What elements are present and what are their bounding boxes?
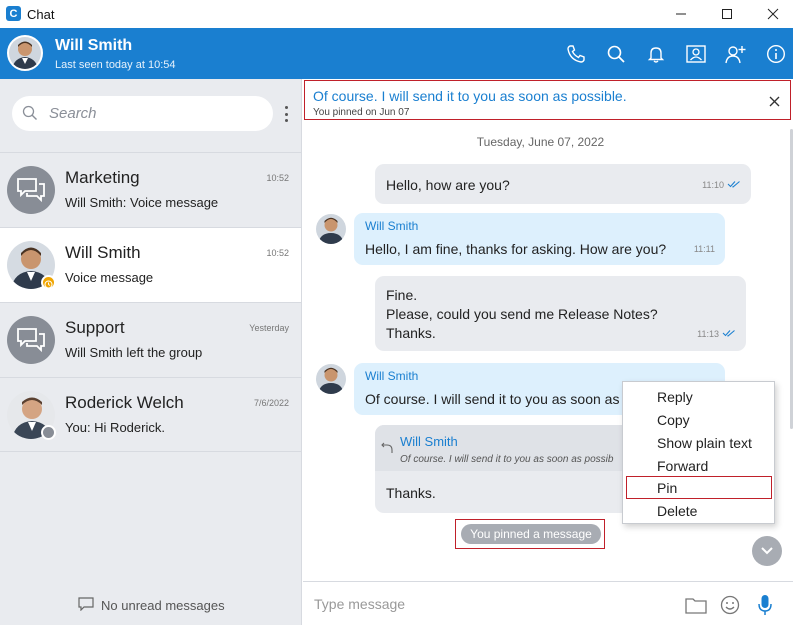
time-label: 11:13 xyxy=(697,329,719,339)
contact-card-icon[interactable] xyxy=(684,42,708,66)
system-note: You pinned a message xyxy=(461,524,601,544)
group-chat-icon xyxy=(7,166,55,214)
double-check-icon xyxy=(722,329,736,339)
quote-text: Of course. I will send it to you as soon… xyxy=(400,454,614,465)
message-text: Thanks. xyxy=(386,485,436,501)
pinned-message-subtitle: You pinned on Jun 07 xyxy=(313,107,410,118)
folder-icon[interactable] xyxy=(685,594,707,616)
conversation-time: 10:52 xyxy=(266,173,289,183)
time-label: 11:11 xyxy=(693,244,715,254)
maximize-button[interactable] xyxy=(704,0,750,28)
message-text: Of course. I will send it to you as soon… xyxy=(365,391,632,407)
search-icon xyxy=(22,105,38,126)
minimize-button[interactable] xyxy=(658,0,704,28)
menu-item-reply[interactable]: Reply xyxy=(623,386,774,409)
date-separator: Tuesday, June 07, 2022 xyxy=(476,135,605,149)
conversation-preview: You: Hi Roderick. xyxy=(65,420,165,435)
sender-name: Will Smith xyxy=(365,369,419,383)
conversation-item-roderick-welch[interactable]: Roderick Welch You: Hi Roderick. 7/6/202… xyxy=(0,377,301,452)
menu-item-delete[interactable]: Delete xyxy=(623,500,774,523)
time-label: 11:10 xyxy=(702,180,724,190)
message-line: Fine. xyxy=(386,287,418,303)
message-line: Please, could you send me Release Notes? xyxy=(386,306,658,322)
conversation-item-marketing[interactable]: Marketing Will Smith: Voice message 10:5… xyxy=(0,152,301,227)
conversation-time: 7/6/2022 xyxy=(253,398,289,408)
context-menu: Reply Copy Show plain text Forward Pin D… xyxy=(622,381,775,524)
add-user-icon[interactable] xyxy=(724,42,748,66)
avatar[interactable] xyxy=(7,35,43,71)
unread-status: No unread messages xyxy=(78,597,225,614)
menu-item-pin[interactable]: Pin xyxy=(626,476,772,499)
conversation-item-support[interactable]: Support Will Smith left the group Yester… xyxy=(0,302,301,377)
microphone-icon[interactable] xyxy=(754,594,776,616)
conversation-name: Roderick Welch xyxy=(65,393,184,412)
unread-label: No unread messages xyxy=(101,598,225,613)
info-icon[interactable] xyxy=(764,42,788,66)
bell-icon[interactable] xyxy=(644,42,668,66)
chat-header: Will Smith Last seen today at 10:54 xyxy=(0,28,793,79)
message-text: Hello, how are you? xyxy=(386,177,510,193)
app-logo-icon: C xyxy=(6,6,21,21)
group-chat-icon xyxy=(7,316,55,364)
scroll-down-button[interactable] xyxy=(752,536,782,566)
phone-icon[interactable] xyxy=(564,42,588,66)
avatar xyxy=(316,214,346,244)
close-icon[interactable] xyxy=(769,94,780,112)
emoji-icon[interactable] xyxy=(719,594,741,616)
conversation-name: Marketing xyxy=(65,168,140,187)
title-bar: C Chat xyxy=(0,0,793,28)
conversation-name: Support xyxy=(65,318,125,337)
system-note-highlight: You pinned a message xyxy=(455,519,605,549)
away-status-icon xyxy=(41,275,56,290)
menu-item-show-plain-text[interactable]: Show plain text xyxy=(623,432,774,455)
search-icon[interactable] xyxy=(604,42,628,66)
quote-sender: Will Smith xyxy=(400,434,458,449)
chat-area: Of course. I will send it to you as soon… xyxy=(303,79,793,625)
conversation-panel: Marketing Will Smith: Voice message 10:5… xyxy=(0,79,302,625)
pinned-message-text: Of course. I will send it to you as soon… xyxy=(313,88,627,104)
message-input[interactable] xyxy=(314,596,664,612)
chat-bubble-icon xyxy=(78,597,94,614)
message-line: Thanks. xyxy=(386,325,436,341)
window-title: Chat xyxy=(27,7,55,22)
conversation-time: 10:52 xyxy=(266,248,289,258)
conversation-time: Yesterday xyxy=(249,323,289,333)
message-time: 11:10 xyxy=(702,180,741,190)
message-bubble-incoming[interactable]: Will Smith Hello, I am fine, thanks for … xyxy=(354,213,725,265)
search-box[interactable] xyxy=(12,96,273,131)
message-time: 11:13 xyxy=(697,329,736,339)
sender-name: Will Smith xyxy=(365,219,419,233)
message-bubble-outgoing[interactable]: Fine. Please, could you send me Release … xyxy=(375,276,746,351)
conversation-preview: Will Smith left the group xyxy=(65,345,203,360)
conversation-preview: Will Smith: Voice message xyxy=(65,195,219,210)
reply-message-bubble[interactable]: Will Smith Of course. I will send it to … xyxy=(375,425,627,513)
avatar xyxy=(316,364,346,394)
more-options-icon[interactable] xyxy=(281,104,291,124)
conversation-name: Will Smith xyxy=(65,243,141,262)
message-text: Hello, I am fine, thanks for asking. How… xyxy=(365,241,667,257)
search-input[interactable] xyxy=(49,96,259,131)
quoted-message[interactable]: Will Smith Of course. I will send it to … xyxy=(375,425,627,471)
contact-name: Will Smith xyxy=(55,37,133,54)
pinned-message-bar[interactable]: Of course. I will send it to you as soon… xyxy=(304,80,791,120)
reply-arrow-icon xyxy=(381,441,394,459)
conversation-preview: Voice message xyxy=(65,270,154,285)
conversation-item-will-smith[interactable]: Will Smith Voice message 10:52 xyxy=(0,227,301,302)
message-time: 11:11 xyxy=(694,244,715,254)
message-bubble-outgoing[interactable]: Hello, how are you? 11:10 xyxy=(375,164,751,204)
last-seen-status: Last seen today at 10:54 xyxy=(55,59,176,71)
close-button[interactable] xyxy=(750,0,793,28)
double-check-icon xyxy=(727,180,741,190)
offline-status-icon xyxy=(41,425,56,440)
composer xyxy=(303,581,793,625)
menu-item-copy[interactable]: Copy xyxy=(623,409,774,432)
menu-item-forward[interactable]: Forward xyxy=(623,455,774,478)
